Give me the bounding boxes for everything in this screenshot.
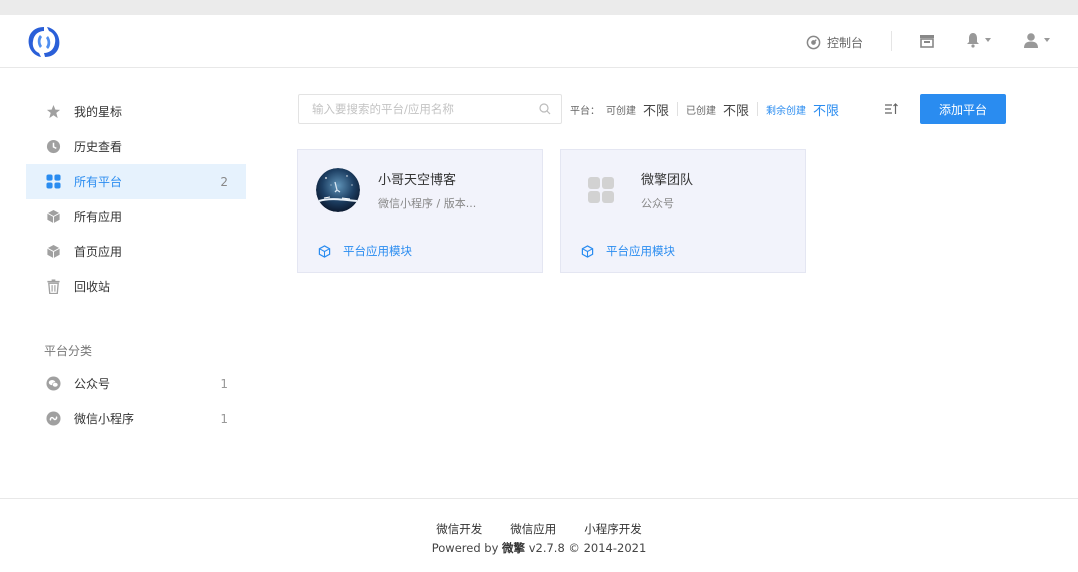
console-label: 控制台 xyxy=(827,35,864,50)
platform-module-link[interactable]: 平台应用模块 xyxy=(318,243,412,259)
platform-category-title: 平台分类 xyxy=(44,344,93,358)
footer-link-wechat-apps[interactable]: 微信应用 xyxy=(510,521,556,537)
sidebar-item-recycle-bin[interactable]: 回收站 xyxy=(26,269,246,304)
category-count: 1 xyxy=(220,376,228,391)
sidebar-item-label: 所有平台 xyxy=(74,175,123,189)
toolbar: 输入要搜索的平台/应用名称 平台： 可创建 不限 已创建 不限 剩余创建 不限 … xyxy=(298,94,1006,124)
platform-subtitle: 微信小程序 / 版本... xyxy=(378,197,477,210)
cube-icon xyxy=(46,244,61,259)
notification-menu[interactable] xyxy=(966,32,991,48)
cube-icon xyxy=(46,209,61,224)
footer-link-miniprogram-dev[interactable]: 小程序开发 xyxy=(584,521,642,537)
sort-icon[interactable] xyxy=(884,102,898,116)
wechat-icon xyxy=(46,376,61,391)
console-link[interactable]: 控制台 xyxy=(806,33,863,51)
divider xyxy=(677,102,679,116)
category-label: 微信小程序 xyxy=(74,412,135,426)
user-menu[interactable] xyxy=(1023,32,1050,48)
powered-suffix: v2.7.8 © 2014-2021 xyxy=(525,541,647,555)
trash-icon xyxy=(46,279,61,294)
browser-top-strip xyxy=(0,0,1078,15)
app-grid-icon xyxy=(588,177,614,203)
platform-subtitle: 公众号 xyxy=(641,197,674,210)
sidebar-item-label: 回收站 xyxy=(74,280,111,294)
divider xyxy=(757,102,759,116)
sidebar-item-all-platforms[interactable]: 所有平台 2 xyxy=(26,164,246,199)
module-label: 平台应用模块 xyxy=(343,244,412,258)
created-value: 不限 xyxy=(723,103,750,119)
category-count: 1 xyxy=(220,411,228,426)
module-label: 平台应用模块 xyxy=(606,244,675,258)
platform-label: 平台： xyxy=(570,105,600,117)
footer-links: 微信开发 微信应用 小程序开发 xyxy=(0,521,1078,537)
category-item-miniprogram[interactable]: 微信小程序 1 xyxy=(26,401,246,436)
platform-card[interactable]: 小哥天空博客 微信小程序 / 版本... 平台应用模块 xyxy=(297,149,543,273)
user-icon xyxy=(1024,33,1038,48)
dashboard-icon xyxy=(806,35,821,49)
category-list: 公众号 1 微信小程序 1 xyxy=(26,366,246,436)
sidebar-item-label: 历史查看 xyxy=(74,140,123,154)
chevron-down-icon xyxy=(1044,38,1050,42)
clock-icon xyxy=(46,139,61,154)
platform-avatar xyxy=(316,168,360,212)
platform-card[interactable]: 微擎团队 公众号 平台应用模块 xyxy=(560,149,806,273)
sidebar-item-history[interactable]: 历史查看 xyxy=(26,129,246,164)
add-platform-button[interactable]: 添加平台 xyxy=(920,94,1006,124)
sidebar-item-label: 首页应用 xyxy=(74,245,123,259)
can-create-label: 可创建 xyxy=(606,105,636,117)
sidebar-item-count: 2 xyxy=(220,174,228,189)
platform-avatar-placeholder xyxy=(579,168,623,212)
miniprogram-icon xyxy=(46,411,61,426)
cube-outline-icon xyxy=(581,244,594,258)
powered-prefix: Powered by xyxy=(431,541,503,555)
sidebar-item-label: 所有应用 xyxy=(74,210,123,224)
brand-name: 微擎 xyxy=(502,541,526,555)
bell-icon xyxy=(967,33,979,48)
footer: 微信开发 微信应用 小程序开发 Powered by 微擎 v2.7.8 © 2… xyxy=(0,498,1078,572)
remaining-label: 剩余创建 xyxy=(766,105,807,117)
platform-stats: 平台： 可创建 不限 已创建 不限 剩余创建 不限 xyxy=(570,94,839,124)
search-icon[interactable] xyxy=(539,103,551,115)
top-header: 控制台 xyxy=(0,15,1078,68)
can-create-value: 不限 xyxy=(643,103,670,119)
star-icon xyxy=(46,104,61,119)
footer-copyright: Powered by 微擎 v2.7.8 © 2014-2021 xyxy=(0,540,1078,556)
store-icon[interactable] xyxy=(919,34,935,48)
category-item-official-account[interactable]: 公众号 1 xyxy=(26,366,246,401)
chevron-down-icon xyxy=(985,38,991,42)
platform-name: 微擎团队 xyxy=(641,173,694,188)
search-placeholder: 输入要搜索的平台/应用名称 xyxy=(312,102,454,116)
sidebar-item-starred[interactable]: 我的星标 xyxy=(26,94,246,129)
sidebar-item-home-apps[interactable]: 首页应用 xyxy=(26,234,246,269)
sidebar: 我的星标 历史查看 所有平台 2 所有应用 首页应用 回收站 xyxy=(26,94,246,304)
cube-outline-icon xyxy=(318,244,331,258)
logo-icon[interactable] xyxy=(24,24,64,60)
category-label: 公众号 xyxy=(74,377,111,391)
platform-module-link[interactable]: 平台应用模块 xyxy=(581,243,675,259)
search-input[interactable]: 输入要搜索的平台/应用名称 xyxy=(298,94,562,124)
platform-name: 小哥天空博客 xyxy=(378,173,457,188)
sidebar-item-all-apps[interactable]: 所有应用 xyxy=(26,199,246,234)
header-divider xyxy=(891,31,892,51)
remaining-value: 不限 xyxy=(813,103,840,119)
footer-link-wechat-dev[interactable]: 微信开发 xyxy=(436,521,482,537)
sidebar-item-label: 我的星标 xyxy=(74,105,123,119)
created-label: 已创建 xyxy=(686,105,717,117)
grid-icon xyxy=(46,174,61,189)
